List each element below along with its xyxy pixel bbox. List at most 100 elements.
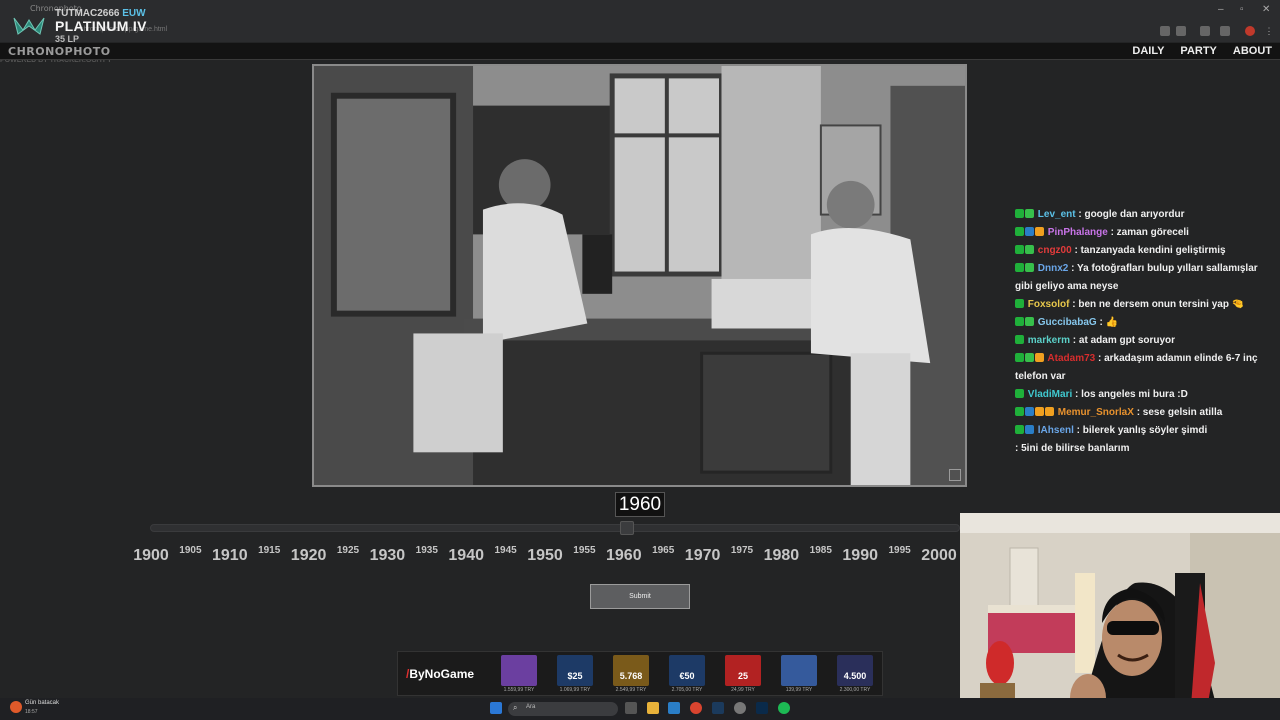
chat-badge-icon xyxy=(1025,263,1034,272)
submit-button[interactable]: Submit xyxy=(590,584,690,609)
expand-icon[interactable] xyxy=(949,469,961,481)
maximize-icon[interactable]: ▫ xyxy=(1240,4,1244,15)
chat-badge-icon xyxy=(1015,227,1024,236)
bynogame-logo[interactable]: /ByNoGame xyxy=(406,667,474,681)
historical-photo xyxy=(312,64,967,487)
chat-text: : google dan arıyordur xyxy=(1075,209,1185,220)
chat-username[interactable]: lAhsenl xyxy=(1035,425,1074,436)
chat-username[interactable]: PinPhalange xyxy=(1045,227,1108,238)
timeline-tick-major: 1990 xyxy=(842,547,878,564)
ad-product-card[interactable] xyxy=(781,655,817,686)
ad-product-label: €50 xyxy=(679,671,695,681)
timeline-tick-minor: 1905 xyxy=(179,545,202,556)
chat-username[interactable]: GuccibabaG xyxy=(1035,317,1097,328)
chat-text: : sese gelsin atilla xyxy=(1133,407,1223,418)
nav-about[interactable]: ABOUT xyxy=(1233,45,1272,57)
weather-label[interactable]: Gün batacak xyxy=(25,700,59,706)
chat-badge-icon xyxy=(1025,209,1034,218)
menu-icon[interactable]: ⋮ xyxy=(1264,26,1274,36)
sponsor-banner[interactable]: /ByNoGame 1.559,99 TRY $25 1.069,99 TRY 5.7… xyxy=(397,651,883,696)
task-view-icon[interactable] xyxy=(625,702,637,714)
search-icon: ⌕ xyxy=(513,703,518,712)
profile-icon[interactable] xyxy=(1245,26,1255,36)
photoshop-icon[interactable] xyxy=(756,702,768,714)
chat-badge-icon xyxy=(1015,263,1024,272)
chat-badge-icon xyxy=(1035,407,1044,416)
chat-message: VladiMari : los angeles mi bura :D xyxy=(1015,386,1270,404)
chat-username[interactable]: Dnnx2 xyxy=(1035,263,1069,274)
chat-username[interactable]: Memur_SnorlaX xyxy=(1055,407,1134,418)
timeline-tick-major: 1950 xyxy=(527,547,563,564)
webcam-feed xyxy=(960,513,1280,720)
file-explorer-icon[interactable] xyxy=(647,702,659,714)
nav-party[interactable]: PARTY xyxy=(1180,45,1216,57)
timeline-tick-major: 1980 xyxy=(763,547,800,564)
nav-daily[interactable]: DAILY xyxy=(1132,45,1164,57)
photo-image xyxy=(314,66,965,485)
chat-badge-icon xyxy=(1025,317,1034,326)
translate-icon[interactable] xyxy=(1160,26,1170,36)
obs-icon[interactable] xyxy=(734,702,746,714)
ad-product-price: 139,99 TRY xyxy=(785,687,813,693)
taskbar-search[interactable]: ⌕ Ara xyxy=(508,702,618,716)
site-nav: DAILY PARTY ABOUT xyxy=(1132,45,1272,57)
weather-icon[interactable] xyxy=(10,701,22,713)
year-slider[interactable] xyxy=(150,524,960,532)
star-icon[interactable] xyxy=(1176,26,1186,36)
steam-icon[interactable] xyxy=(712,702,724,714)
ad-product-price: 24,99 TRY xyxy=(731,687,755,693)
chat-message: GuccibabaG : 👍 xyxy=(1015,314,1270,332)
ad-product-card[interactable] xyxy=(501,655,537,686)
ad-product-price: 1.069,99 TRY xyxy=(559,687,591,693)
chat-badge-icon xyxy=(1015,299,1024,308)
chat-username[interactable]: Foxsolof xyxy=(1025,299,1070,310)
chat-message: Lev_ent : google dan arıyordur xyxy=(1015,206,1270,224)
timeline-tick-minor: 1955 xyxy=(573,545,596,556)
chat-badge-icon xyxy=(1035,227,1044,236)
chat-username[interactable]: Atadam73 xyxy=(1045,353,1095,364)
windows-start-icon[interactable] xyxy=(490,702,502,714)
site-logo[interactable]: CHRONOPHOTO xyxy=(8,45,111,58)
chat-badge-icon xyxy=(1025,353,1034,362)
browser-chrome: Chronophoto chronophoto.app/game.html – … xyxy=(0,0,1280,42)
webcam-image xyxy=(960,513,1280,720)
timeline-tick-major: 1900 xyxy=(133,547,169,564)
chat-message: lAhsenl : bilerek yanlış söyler şimdi xyxy=(1015,422,1270,440)
chrome-icon[interactable] xyxy=(690,702,702,714)
chat-badge-icon xyxy=(1015,425,1024,434)
spotify-icon[interactable] xyxy=(778,702,790,714)
ad-product-price: 1.559,99 TRY xyxy=(503,687,535,693)
timeline-tick-minor: 1915 xyxy=(258,545,281,556)
chat-badge-icon xyxy=(1015,209,1024,218)
close-icon[interactable]: ✕ xyxy=(1262,4,1270,15)
chat-message: Foxsolof : ben ne dersem onun tersini ya… xyxy=(1015,296,1270,314)
taskbar: Gün batacak 18:57 ⌕ Ara xyxy=(0,698,1280,720)
chat-text: : tanzanyada kendini geliştirmiş xyxy=(1071,245,1226,256)
minimize-icon[interactable]: – xyxy=(1218,4,1224,15)
chat-message: cngz00 : tanzanyada kendini geliştirmiş xyxy=(1015,242,1270,260)
chat-text: : at adam gpt soruyor xyxy=(1070,335,1176,346)
chat-text: : ben ne dersem onun tersini yap 🤏 xyxy=(1069,299,1245,310)
chat-username[interactable]: markerm xyxy=(1025,335,1070,346)
timeline-tick-minor: 1925 xyxy=(336,545,360,556)
chat-badge-icon xyxy=(1015,245,1024,254)
edge-icon[interactable] xyxy=(668,702,680,714)
ad-product-price: 2.705,00 TRY xyxy=(671,687,703,693)
year-slider-thumb[interactable] xyxy=(619,521,634,535)
selected-year: 1960 xyxy=(615,492,665,517)
timeline-tick-minor: 1995 xyxy=(888,545,911,556)
chat-text: : 👍 xyxy=(1096,317,1119,328)
chat-badge-icon xyxy=(1015,317,1024,326)
puzzle-icon[interactable] xyxy=(1220,26,1230,36)
chat-badge-icon xyxy=(1025,245,1034,254)
timeline-tick-major: 1940 xyxy=(448,547,484,564)
chat-badge-icon xyxy=(1015,335,1024,344)
chat-username[interactable]: cngz00 xyxy=(1035,245,1072,256)
chat-username[interactable]: VladiMari xyxy=(1025,389,1072,400)
chat-badge-icon xyxy=(1015,353,1024,362)
chat-badge-icon xyxy=(1025,425,1034,434)
timeline-tick-minor: 1965 xyxy=(652,545,675,556)
chat-username[interactable]: Lev_ent xyxy=(1035,209,1076,220)
extension-icon[interactable] xyxy=(1200,26,1210,36)
ad-product-label: 25 xyxy=(737,671,748,681)
